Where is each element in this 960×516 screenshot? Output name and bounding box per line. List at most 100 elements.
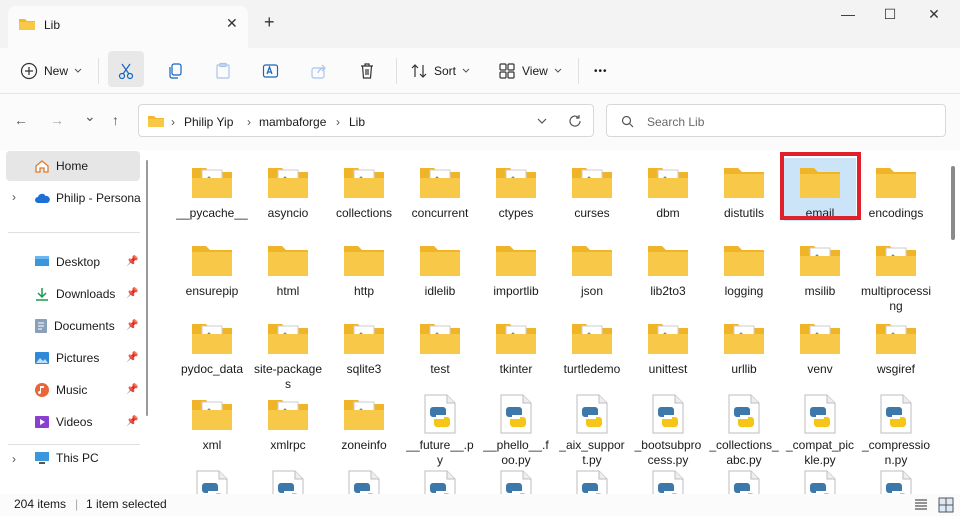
breadcrumb-lib[interactable]: Lib <box>349 115 365 129</box>
sidebar-item-desktop[interactable]: Desktop <box>34 248 100 276</box>
folder-item[interactable]: http <box>328 236 400 299</box>
folder-item[interactable]: asyncio <box>252 158 324 221</box>
folder-item[interactable]: wsgiref <box>860 314 932 377</box>
folder-item[interactable]: importlib <box>480 236 552 299</box>
folder-item[interactable]: tkinter <box>480 314 552 377</box>
folder-item[interactable]: collections <box>328 158 400 221</box>
back-button[interactable]: ← <box>14 112 28 128</box>
folder-item[interactable]: concurrent <box>404 158 476 221</box>
file-item[interactable] <box>632 466 704 494</box>
folder-item[interactable]: xmlrpc <box>252 390 324 453</box>
file-item[interactable] <box>556 466 628 494</box>
see-more-button[interactable]: ••• <box>594 56 608 86</box>
breadcrumb-mambaforge[interactable]: mambaforge <box>259 115 326 129</box>
file-item[interactable]: _aix_support.py <box>556 390 628 468</box>
forward-button[interactable]: → <box>50 112 64 128</box>
file-item[interactable]: _bootsubprocess.py <box>632 390 704 468</box>
close-window-button[interactable]: ✕ <box>914 6 954 23</box>
cloud-icon <box>35 193 50 203</box>
folder-item[interactable]: xml <box>176 390 248 453</box>
paste-button[interactable] <box>214 56 232 86</box>
sidebar-item-onedrive[interactable]: Philip - Persona <box>34 184 141 212</box>
file-item[interactable] <box>176 466 248 494</box>
python-file-icon <box>480 390 552 438</box>
sidebar-item-pictures[interactable]: Pictures <box>34 344 99 372</box>
file-item[interactable] <box>328 466 400 494</box>
copy-button[interactable] <box>166 56 184 86</box>
details-view-icon[interactable] <box>914 498 928 512</box>
folder-item[interactable]: multiprocessing <box>860 236 932 314</box>
folder-item[interactable]: html <box>252 236 324 299</box>
file-item[interactable]: __future__.py <box>404 390 476 468</box>
folder-item[interactable]: ensurepip <box>176 236 248 299</box>
maximize-button[interactable]: ☐ <box>870 6 910 23</box>
folder-item[interactable]: logging <box>708 236 780 299</box>
sidebar-item-documents[interactable]: Documents <box>34 312 115 340</box>
folder-item[interactable]: urllib <box>708 314 780 377</box>
folder-item[interactable]: __pycache__ <box>176 158 248 221</box>
search-box[interactable]: Search Lib <box>606 104 946 137</box>
sidebar-item-home[interactable]: Home <box>34 152 88 180</box>
file-item[interactable]: _compat_pickle.py <box>784 390 856 468</box>
sidebar-item-videos[interactable]: Videos <box>34 408 92 436</box>
folder-item[interactable]: pydoc_data <box>176 314 248 377</box>
tab-close-icon[interactable]: ✕ <box>226 15 238 32</box>
cut-button[interactable] <box>117 56 135 86</box>
folder-item[interactable]: json <box>556 236 628 299</box>
sort-button[interactable]: Sort <box>410 56 470 86</box>
breadcrumb-philip-yip[interactable]: Philip Yip <box>184 115 233 129</box>
sidebar-item-music[interactable]: Music <box>34 376 87 404</box>
file-item[interactable] <box>480 466 552 494</box>
folder-item[interactable]: encodings <box>860 158 932 221</box>
file-item[interactable]: __phello__.foo.py <box>480 390 552 468</box>
folder-item[interactable]: turtledemo <box>556 314 628 377</box>
folder-item[interactable]: site-packages <box>252 314 324 392</box>
scrollbar-thumb[interactable] <box>951 166 955 240</box>
new-tab-button[interactable]: + <box>264 12 275 33</box>
expand-chevron-icon[interactable]: › <box>12 452 16 466</box>
folder-icon <box>328 236 400 284</box>
view-button[interactable]: View <box>498 56 562 86</box>
delete-button[interactable] <box>358 56 376 86</box>
folder-item[interactable]: dbm <box>632 158 704 221</box>
folder-item[interactable]: sqlite3 <box>328 314 400 377</box>
rename-icon <box>262 64 279 78</box>
file-item[interactable] <box>860 466 932 494</box>
folder-icon <box>556 158 628 206</box>
navigation-pane: Home › Philip - Persona Desktop 📌 Downlo… <box>0 150 150 494</box>
file-item[interactable]: _compression.py <box>860 390 932 468</box>
item-label: _collections_abc.py <box>709 438 779 467</box>
item-label: test <box>430 362 450 376</box>
sidebar-item-downloads[interactable]: Downloads <box>34 280 115 308</box>
expand-chevron-icon[interactable]: › <box>12 190 16 204</box>
folder-item[interactable]: curses <box>556 158 628 221</box>
folder-item[interactable]: lib2to3 <box>632 236 704 299</box>
folder-item[interactable]: ctypes <box>480 158 552 221</box>
sidebar-scrollbar[interactable] <box>146 160 148 416</box>
file-item[interactable] <box>252 466 324 494</box>
sidebar-item-this-pc[interactable]: This PC <box>34 444 99 472</box>
file-item[interactable] <box>784 466 856 494</box>
large-icons-view-icon[interactable] <box>938 497 954 513</box>
content-scrollbar[interactable] <box>946 150 960 494</box>
new-button[interactable]: New <box>20 56 82 86</box>
file-item[interactable]: _collections_abc.py <box>708 390 780 468</box>
folder-item[interactable]: msilib <box>784 236 856 299</box>
folder-item[interactable]: distutils <box>708 158 780 221</box>
chevron-down-icon[interactable] <box>537 117 547 125</box>
rename-button[interactable] <box>262 56 280 86</box>
minimize-button[interactable]: — <box>828 6 868 22</box>
folder-item[interactable]: zoneinfo <box>328 390 400 453</box>
file-item[interactable] <box>404 466 476 494</box>
tab-lib[interactable]: Lib ✕ <box>8 6 248 48</box>
folder-item[interactable]: idlelib <box>404 236 476 299</box>
folder-item[interactable]: venv <box>784 314 856 377</box>
file-item[interactable] <box>708 466 780 494</box>
share-button[interactable] <box>310 56 328 86</box>
folder-item[interactable]: unittest <box>632 314 704 377</box>
folder-item[interactable]: test <box>404 314 476 377</box>
up-button[interactable]: ↑ <box>112 112 119 128</box>
refresh-icon[interactable] <box>567 113 583 129</box>
address-bar[interactable]: › Philip Yip › mambaforge › Lib <box>138 104 594 137</box>
recent-locations-button[interactable]: ⌄ <box>84 108 96 125</box>
